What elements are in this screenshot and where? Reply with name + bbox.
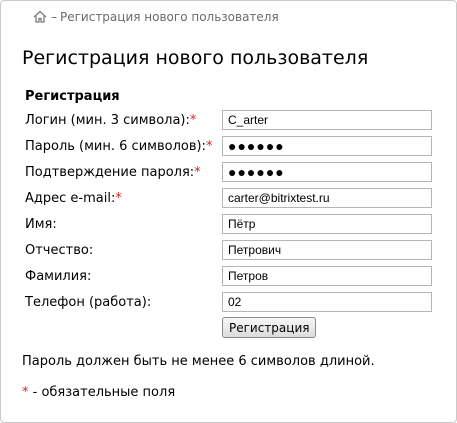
email-row: Адрес e-mail:* (25, 188, 445, 208)
work-phone-row: Телефон (работа): (25, 292, 445, 312)
first-name-input[interactable] (222, 214, 432, 234)
register-button[interactable]: Регистрация (222, 317, 317, 338)
work-phone-input[interactable] (222, 292, 432, 312)
password-row: Пароль (мин. 6 символов):* (25, 136, 445, 156)
required-star: * (115, 191, 122, 206)
work-phone-label: Телефон (работа): (25, 295, 152, 310)
registration-panel: – Регистрация нового пользователя Регист… (0, 0, 457, 423)
password-input[interactable] (222, 136, 432, 156)
login-row: Логин (мин. 3 символа):* (25, 110, 445, 130)
password-label: Пароль (мин. 6 символов):* (25, 139, 213, 154)
last-name-input[interactable] (222, 266, 432, 286)
first-name-row: Имя: (25, 214, 445, 234)
required-fields-text: - обязательные поля (28, 385, 176, 400)
required-star: * (189, 113, 197, 128)
password-length-note: Пароль должен быть не менее 6 символов д… (22, 354, 375, 369)
breadcrumb-current: Регистрация нового пользователя (60, 10, 279, 24)
email-input[interactable] (222, 188, 432, 208)
confirm-password-label: Подтверждение пароля:* (25, 165, 201, 180)
patronymic-label: Отчество: (25, 243, 94, 258)
breadcrumb: – Регистрация нового пользователя (51, 10, 279, 24)
required-star: * (205, 139, 213, 154)
patronymic-row: Отчество: (25, 240, 445, 260)
first-name-label: Имя: (25, 217, 57, 232)
last-name-label: Фамилия: (25, 269, 92, 284)
email-label: Адрес e-mail:* (25, 191, 122, 206)
login-label: Логин (мин. 3 символа):* (25, 113, 197, 128)
required-fields-note: * - обязательные поля (22, 385, 175, 400)
patronymic-input[interactable] (222, 240, 432, 260)
page-title: Регистрация нового пользователя (22, 47, 369, 69)
breadcrumb-separator: – (51, 10, 57, 24)
last-name-row: Фамилия: (25, 266, 445, 286)
required-star: * (194, 165, 201, 180)
home-icon[interactable] (33, 10, 47, 23)
login-input[interactable] (222, 110, 432, 130)
confirm-password-row: Подтверждение пароля:* (25, 162, 445, 182)
confirm-password-input[interactable] (222, 162, 432, 182)
form-section-title: Регистрация (25, 89, 120, 104)
